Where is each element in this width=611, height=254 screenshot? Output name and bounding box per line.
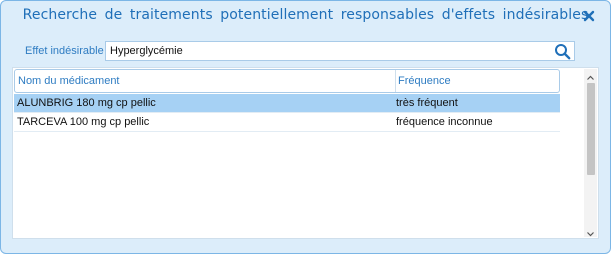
search-row: Effet indésirable Hyperglycémie [1, 41, 610, 63]
column-header-frequency[interactable]: Fréquence [398, 75, 451, 87]
search-label: Effet indésirable [25, 45, 104, 57]
row-name: ALUNBRIG 180 mg cp pellic [17, 97, 156, 109]
row-frequency: fréquence inconnue [396, 116, 493, 128]
title-bar: Recherche de traitements potentiellement… [1, 1, 610, 33]
table-row[interactable]: ALUNBRIG 180 mg cp pellic très fréquent [14, 94, 560, 112]
column-header-name[interactable]: Nom du médicament [18, 75, 120, 87]
dialog-window: Recherche de traitements potentiellement… [0, 0, 611, 254]
dialog-title: Recherche de traitements potentiellement… [22, 7, 589, 23]
search-icon[interactable] [554, 43, 571, 60]
results-table: Nom du médicament Fréquence ALUNBRIG 180… [12, 67, 599, 239]
scroll-up-icon[interactable] [584, 69, 597, 81]
scroll-thumb[interactable] [587, 83, 595, 175]
row-name: TARCEVA 100 mg cp pellic [17, 116, 150, 128]
row-frequency: très fréquent [396, 97, 458, 109]
table-header: Nom du médicament Fréquence [14, 69, 560, 93]
search-value[interactable]: Hyperglycémie [110, 45, 183, 57]
vertical-scrollbar[interactable] [584, 69, 597, 237]
column-divider[interactable] [395, 70, 396, 92]
table-row[interactable]: TARCEVA 100 mg cp pellic fréquence incon… [14, 113, 560, 131]
search-input[interactable]: Hyperglycémie [105, 41, 575, 61]
row-divider [14, 131, 560, 132]
close-icon[interactable] [582, 8, 596, 22]
scroll-down-icon[interactable] [584, 225, 597, 237]
